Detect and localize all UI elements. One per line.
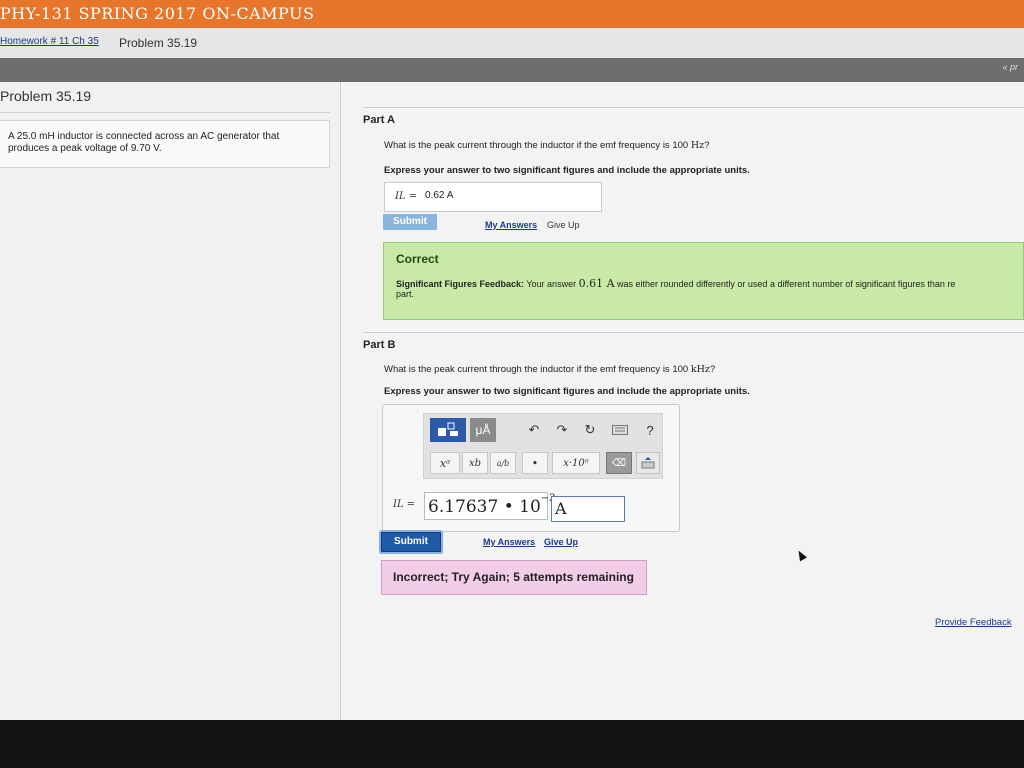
feedback-title: Correct xyxy=(396,252,439,266)
divider xyxy=(363,332,1024,333)
provide-feedback-link[interactable]: Provide Feedback xyxy=(935,617,1012,628)
fraction-button[interactable]: a/b xyxy=(490,452,516,474)
part-a-instruction: Express your answer to two significant f… xyxy=(384,165,750,176)
part-a-my-answers-link[interactable]: My Answers xyxy=(485,220,537,230)
help-button[interactable]: ? xyxy=(640,420,660,440)
part-b-my-answers-link[interactable]: My Answers xyxy=(483,537,535,547)
divider xyxy=(363,107,1024,108)
part-b-incorrect-feedback: Incorrect; Try Again; 5 attempts remaini… xyxy=(381,560,647,595)
statement-line: A 25.0 mH inductor is connected across a… xyxy=(8,131,280,142)
keyboard-icon[interactable] xyxy=(610,420,630,440)
part-a-give-up: Give Up xyxy=(547,220,580,230)
part-a-correct-feedback: Correct Significant Figures Feedback: Yo… xyxy=(383,242,1024,320)
parts-panel: Part A What is the peak current through … xyxy=(341,82,1024,720)
keyboard-toggle-icon[interactable] xyxy=(636,452,660,474)
previous-problem-link[interactable]: « pr xyxy=(1002,62,1018,72)
part-b-title: Part B xyxy=(363,339,396,351)
undo-icon[interactable]: ↶ xyxy=(524,420,544,440)
breadcrumb-homework-link[interactable]: Homework # 11 Ch 35 xyxy=(0,36,99,47)
part-a-submit-button[interactable]: Submit xyxy=(383,214,437,230)
keyboard-toggle-graphic xyxy=(641,457,655,469)
units-button[interactable]: μÅ xyxy=(470,418,496,442)
feedback-text-continued: part. xyxy=(396,289,415,299)
navigation-strip: « pr xyxy=(0,58,1024,82)
breadcrumb: Homework # 11 Ch 35 Problem 35.19 xyxy=(0,28,1024,59)
scientific-notation-button[interactable]: x·10ⁿ xyxy=(552,452,600,474)
course-title: PHY-131 SPRING 2017 ON-CAMPUS xyxy=(0,4,315,23)
superscript-button[interactable]: xᵃ xyxy=(430,452,460,474)
screen-bezel xyxy=(0,720,1024,768)
part-b-submit-button[interactable]: Submit xyxy=(381,532,441,552)
part-b-unit-input[interactable]: A xyxy=(551,496,625,522)
answer-label: IL = xyxy=(395,191,418,202)
backspace-icon[interactable]: ⌫ xyxy=(606,452,632,474)
problem-title: Problem 35.19 xyxy=(0,88,92,104)
part-b-math-editor: μÅ ↶ ↷ ↻ ? xᵃ xb a/b • x·10ⁿ ⌫ IL = 6.17… xyxy=(382,404,680,532)
mouse-cursor-icon xyxy=(795,548,807,562)
statement-line: produces a peak voltage of 9.70 V. xyxy=(8,143,162,154)
part-b-give-up-link[interactable]: Give Up xyxy=(544,537,578,547)
divider xyxy=(0,112,330,113)
subscript-button[interactable]: xb xyxy=(462,452,488,474)
templates-icon-graphic xyxy=(438,422,458,436)
templates-icon[interactable] xyxy=(430,418,466,442)
problem-panel: Problem 35.19 A 25.0 mH inductor is conn… xyxy=(0,82,341,720)
part-b-instruction: Express your answer to two significant f… xyxy=(384,386,750,397)
math-toolbar: μÅ ↶ ↷ ↻ ? xᵃ xb a/b • x·10ⁿ ⌫ xyxy=(423,413,663,479)
part-b-answer-input[interactable]: 6.17637 • 10−3 xyxy=(424,492,556,520)
part-a-answer-box: IL = 0.62 A xyxy=(384,182,602,212)
breadcrumb-current: Problem 35.19 xyxy=(119,36,198,50)
redo-icon[interactable]: ↷ xyxy=(552,420,572,440)
part-b-question: What is the peak current through the ind… xyxy=(384,364,716,375)
reset-icon[interactable]: ↻ xyxy=(580,420,600,440)
dot-button[interactable]: • xyxy=(522,452,548,474)
keyboard-icon-graphic xyxy=(612,425,628,435)
part-a-question: What is the peak current through the ind… xyxy=(384,140,710,151)
part-a-title: Part A xyxy=(363,114,395,126)
course-header-bar: PHY-131 SPRING 2017 ON-CAMPUS xyxy=(0,0,1024,28)
feedback-text: Significant Figures Feedback: Your answe… xyxy=(396,278,956,290)
unit-hz: Hz xyxy=(690,140,705,151)
problem-statement: A 25.0 mH inductor is connected across a… xyxy=(0,120,330,168)
part-a-answer-value: 0.62 A xyxy=(425,190,454,201)
answer-label: IL = xyxy=(393,499,416,510)
unit-khz: kHz xyxy=(690,364,710,375)
